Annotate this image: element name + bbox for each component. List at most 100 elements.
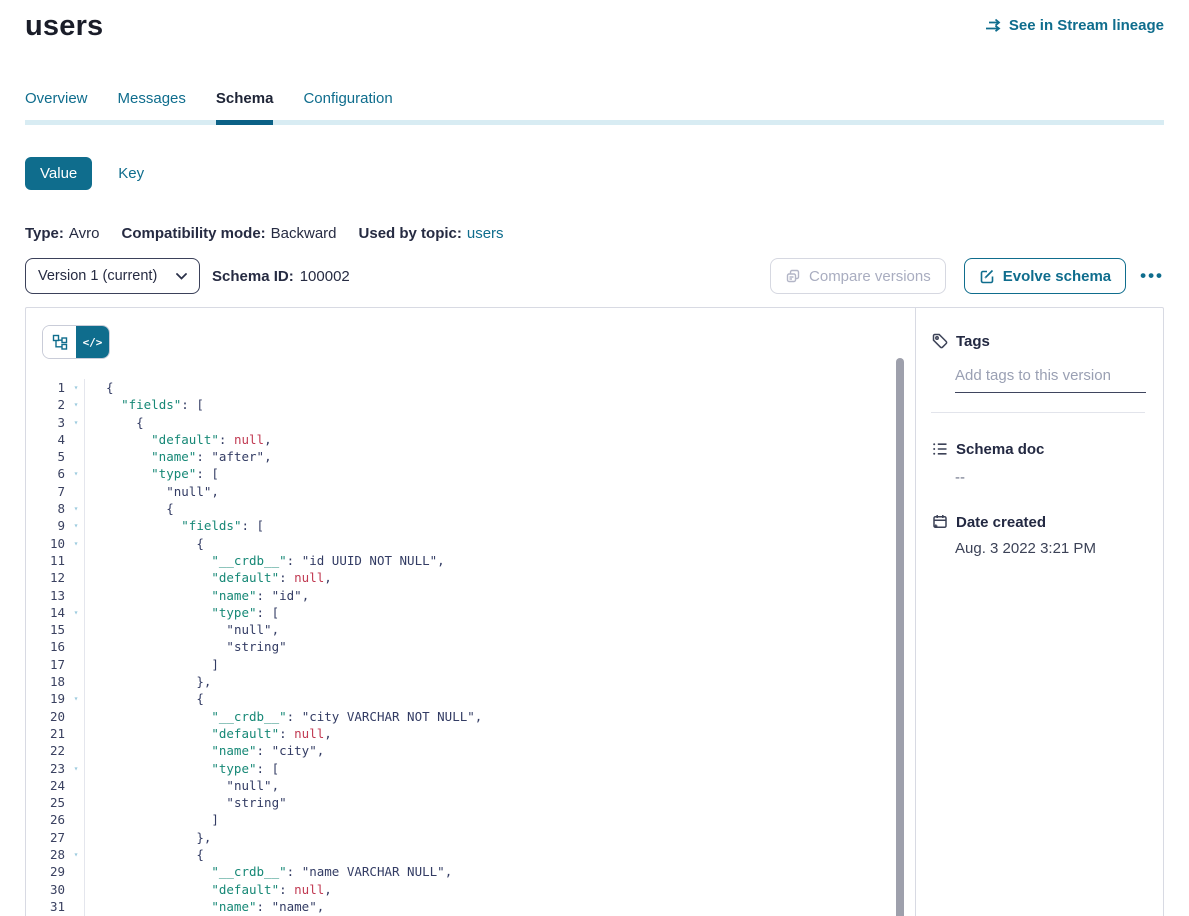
version-bar-left: Version 1 (current) Schema ID:100002 (25, 258, 350, 294)
tab-overview[interactable]: Overview (25, 90, 88, 120)
code-line-text: "name": "id", (84, 587, 309, 604)
code-line-text: "default": null, (84, 881, 332, 898)
code-line: 2▾ "fields": [ (26, 396, 915, 413)
tab-bar: Overview Messages Schema Configuration (25, 90, 1164, 125)
fold-toggle-icon[interactable]: ▾ (70, 760, 82, 777)
code-line-text: "default": null, (84, 431, 272, 448)
tab-configuration[interactable]: Configuration (303, 90, 392, 120)
code-line-text: "name": "name", (84, 898, 324, 915)
code-line-text: ] (84, 811, 219, 828)
fold-spacer (70, 587, 82, 604)
code-line: 15 "null", (26, 621, 915, 638)
code-line: 14▾ "type": [ (26, 604, 915, 621)
tree-view-button[interactable] (43, 326, 76, 358)
schema-id: Schema ID:100002 (212, 268, 350, 285)
add-tags-input[interactable] (955, 367, 1146, 393)
code-line: 31 "name": "name", (26, 898, 915, 915)
schema-doc-section: Schema doc -- (931, 440, 1147, 486)
fold-toggle-icon[interactable]: ▾ (70, 535, 82, 552)
stream-lineage-link[interactable]: See in Stream lineage (985, 17, 1164, 34)
fold-spacer (70, 656, 82, 673)
code-line-text: }, (84, 673, 211, 690)
fold-toggle-icon[interactable]: ▾ (70, 604, 82, 621)
tab-messages[interactable]: Messages (118, 90, 186, 120)
code-line: 28 ▾ { (26, 846, 915, 863)
line-number: 14 (26, 604, 65, 621)
fold-toggle-icon[interactable]: ▾ (70, 396, 82, 413)
code-line: 10▾ { (26, 535, 915, 552)
code-line: 3▾ { (26, 414, 915, 431)
key-toggle-button[interactable]: Key (118, 157, 144, 190)
version-select[interactable]: Version 1 (current) (25, 258, 200, 294)
code-line: 8 ▾ { (26, 500, 915, 517)
topic-link[interactable]: users (467, 225, 504, 242)
page-title: users (25, 10, 103, 43)
line-number: 17 (26, 656, 65, 673)
fold-spacer (70, 448, 82, 465)
fold-spacer (70, 794, 82, 811)
line-number: 29 (26, 863, 65, 880)
fold-spacer (70, 708, 82, 725)
compare-versions-icon (785, 268, 801, 284)
fold-toggle-icon[interactable]: ▾ (70, 846, 82, 863)
compatibility-label: Compatibility mode: (121, 225, 265, 242)
line-number: 28 (26, 846, 65, 863)
code-line-text: "fields": [ (84, 517, 264, 534)
evolve-schema-label: Evolve schema (1003, 268, 1111, 285)
line-number: 25 (26, 794, 65, 811)
code-line: 29 "__crdb__": "name VARCHAR NULL", (26, 863, 915, 880)
line-number: 26 (26, 811, 65, 828)
code-line: 27 }, (26, 829, 915, 846)
line-number: 20 (26, 708, 65, 725)
fold-toggle-icon[interactable]: ▾ (70, 379, 82, 396)
chevron-down-icon (176, 273, 187, 280)
code-line-text: "string" (84, 638, 287, 655)
schema-page: users See in Stream lineage Overview Mes… (0, 0, 1189, 916)
evolve-schema-icon (979, 268, 995, 284)
stream-lineage-icon (985, 18, 1002, 33)
fold-toggle-icon[interactable]: ▾ (70, 517, 82, 534)
more-actions-button[interactable]: ••• (1140, 258, 1164, 294)
code-line: 1▾{ (26, 379, 915, 396)
code-line-text: "fields": [ (84, 396, 204, 413)
code-line-text: { (84, 690, 204, 707)
line-number: 23 (26, 760, 65, 777)
list-icon (931, 440, 949, 458)
evolve-schema-button[interactable]: Evolve schema (964, 258, 1126, 294)
fold-spacer (70, 552, 82, 569)
fold-spacer (70, 483, 82, 500)
value-key-toggle: Value Key (25, 157, 1164, 190)
fold-spacer (70, 621, 82, 638)
value-toggle-button[interactable]: Value (25, 157, 92, 190)
fold-spacer (70, 431, 82, 448)
line-number: 8 (26, 500, 65, 517)
tags-section-header: Tags (931, 332, 1147, 350)
tab-schema[interactable]: Schema (216, 90, 274, 120)
fold-toggle-icon[interactable]: ▾ (70, 414, 82, 431)
code-line-text: "default": null, (84, 725, 332, 742)
code-line-text: { (84, 500, 174, 517)
line-number: 18 (26, 673, 65, 690)
code-line: 22 "name": "city", (26, 742, 915, 759)
code-view-icon: </> (83, 336, 103, 349)
fold-toggle-icon[interactable]: ▾ (70, 500, 82, 517)
code-line: 7 "null", (26, 483, 915, 500)
code-line: 19▾ { (26, 690, 915, 707)
compare-versions-button[interactable]: Compare versions (770, 258, 946, 294)
used-by-topic-label: Used by topic: (359, 225, 462, 242)
code-line: 23▾ "type": [ (26, 760, 915, 777)
fold-toggle-icon[interactable]: ▾ (70, 465, 82, 482)
code-line: 18 }, (26, 673, 915, 690)
line-number: 15 (26, 621, 65, 638)
fold-spacer (70, 638, 82, 655)
fold-toggle-icon[interactable]: ▾ (70, 690, 82, 707)
tree-view-icon (52, 334, 68, 350)
code-line: 21 "default": null, (26, 725, 915, 742)
code-line-text: }, (84, 829, 211, 846)
code-line-text: { (84, 846, 204, 863)
code-line: 30 "default": null, (26, 881, 915, 898)
code-line-text: "__crdb__": "city VARCHAR NOT NULL", (84, 708, 482, 725)
code-view-button[interactable]: </> (76, 326, 109, 358)
editor-scrollbar-thumb[interactable] (896, 358, 904, 916)
tag-icon (931, 332, 949, 350)
